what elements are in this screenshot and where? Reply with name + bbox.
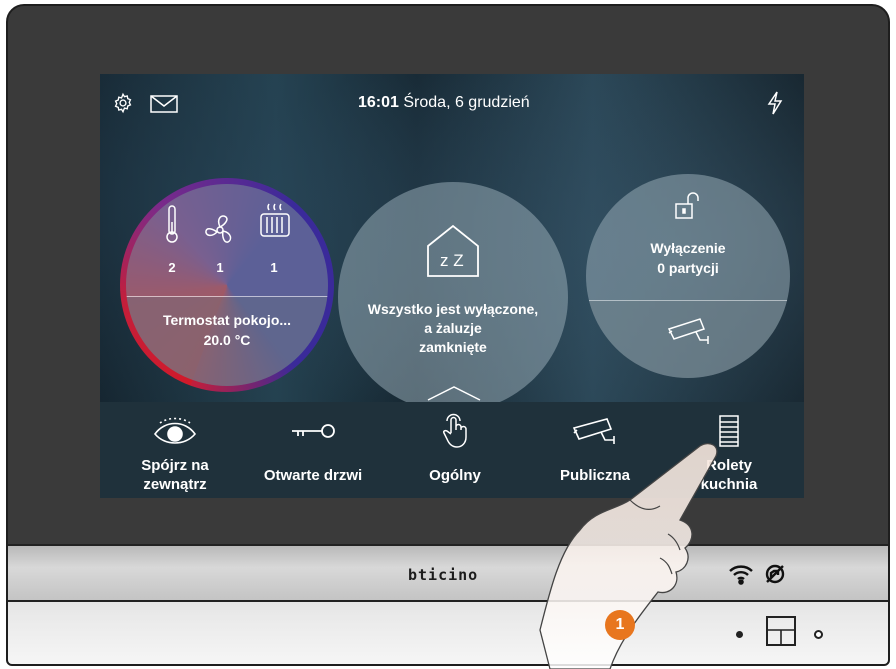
thermostat-temperature: 20.0 °C bbox=[203, 332, 251, 348]
favorite-label-line-1: Otwarte drzwi bbox=[263, 467, 363, 484]
thermostat-name: Termostat pokojo... bbox=[162, 312, 292, 328]
alarm-status: Wyłączenie 0 partycji bbox=[586, 238, 790, 278]
divider bbox=[126, 296, 328, 297]
divider bbox=[586, 300, 790, 301]
gear-icon[interactable] bbox=[112, 92, 134, 119]
fan-icon bbox=[202, 212, 238, 253]
scenario-widget[interactable]: z Z Wszystko jest wyłączone, a żaluzje z… bbox=[338, 182, 568, 412]
alarm-line-2: 0 partycji bbox=[657, 260, 719, 276]
radiator-count: 1 bbox=[270, 260, 278, 275]
key-icon bbox=[248, 414, 378, 448]
scenario-line-2: a żaluzje bbox=[424, 320, 482, 336]
favorite-label-line-1: Ogólny bbox=[429, 467, 481, 484]
thermostat-label: Termostat pokojo... 20.0 °C bbox=[126, 310, 328, 350]
video-intercom-device: 16:01 Środa, 6 grudzień 2 1 1 Termostat … bbox=[6, 4, 890, 666]
device-base bbox=[8, 602, 888, 664]
favorite-label-line-2: zewnątrz bbox=[143, 476, 207, 493]
favorite-open-door[interactable]: Otwarte drzwi bbox=[248, 402, 378, 498]
touch-screen: 16:01 Środa, 6 grudzień 2 1 1 Termostat … bbox=[100, 74, 804, 498]
favorite-label: Otwarte drzwi bbox=[248, 466, 378, 485]
alarm-widget[interactable]: Wyłączenie 0 partycji bbox=[586, 174, 790, 378]
favorite-look-outside[interactable]: Spójrz na zewnątrz bbox=[110, 402, 240, 498]
thermostat-widget[interactable]: 2 1 1 Termostat pokojo... 20.0 °C bbox=[126, 184, 328, 386]
step-badge: 1 bbox=[605, 610, 635, 640]
favorite-general[interactable]: Ogólny bbox=[390, 402, 520, 498]
thermometer-icon bbox=[164, 204, 180, 249]
clock: 16:01 Środa, 6 grudzień bbox=[358, 94, 530, 112]
home-button[interactable] bbox=[766, 616, 796, 646]
mail-icon[interactable] bbox=[150, 95, 178, 118]
svg-text:z Z: z Z bbox=[440, 251, 464, 270]
alarm-line-1: Wyłączenie bbox=[650, 240, 726, 256]
house-sleep-icon: z Z bbox=[424, 222, 482, 285]
favorite-label: Ogólny bbox=[390, 466, 520, 485]
microphone-hole bbox=[814, 630, 823, 639]
flash-icon[interactable] bbox=[766, 91, 784, 120]
thermometer-count: 2 bbox=[168, 260, 176, 275]
clock-date: Środa, 6 grudzień bbox=[403, 94, 530, 111]
favorite-label: Spójrz na zewnątrz bbox=[110, 456, 240, 494]
brand-logo: bticino bbox=[408, 566, 479, 584]
fan-count: 1 bbox=[216, 260, 224, 275]
scenario-line-3: zamknięte bbox=[419, 339, 487, 355]
scenario-line-1: Wszystko jest wyłączone, bbox=[367, 301, 539, 317]
favorite-label-line-1: Spójrz na bbox=[141, 457, 209, 474]
touch-hand-icon bbox=[390, 413, 520, 448]
scenario-text: Wszystko jest wyłączone, a żaluzje zamkn… bbox=[338, 300, 568, 357]
radiator-icon bbox=[258, 202, 292, 245]
mute-icon bbox=[764, 563, 786, 590]
status-bar: 16:01 Środa, 6 grudzień bbox=[100, 74, 804, 115]
eye-icon bbox=[110, 414, 240, 448]
camera-icon[interactable] bbox=[666, 316, 712, 351]
clock-time: 16:01 bbox=[358, 94, 399, 111]
unlocked-padlock-icon bbox=[674, 192, 702, 227]
